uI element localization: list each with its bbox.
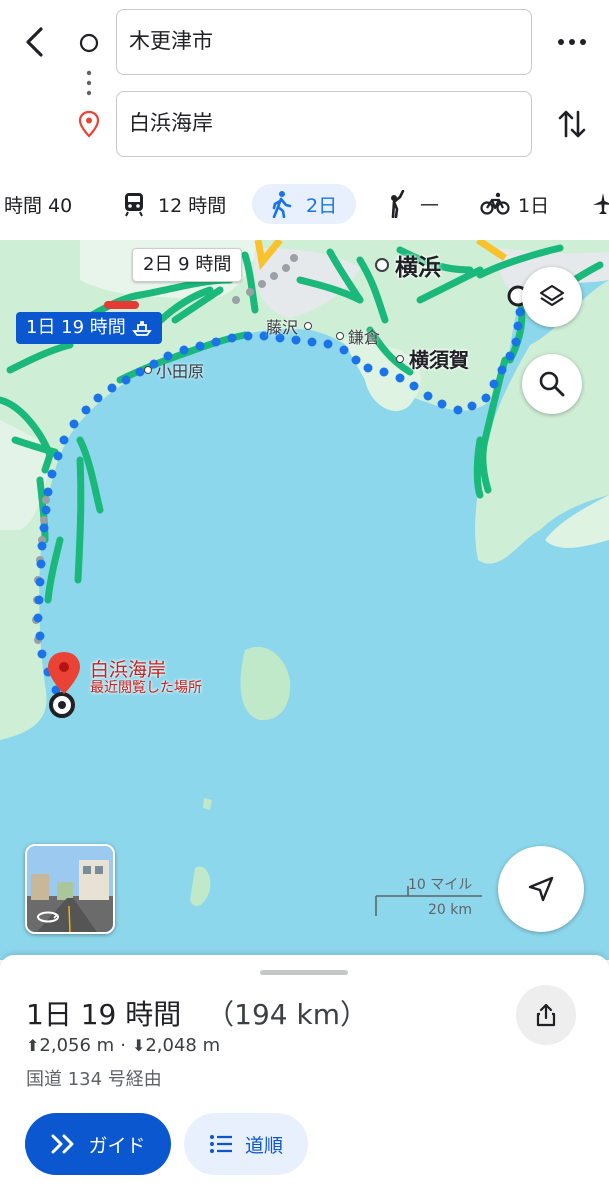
share-icon [536,1003,556,1027]
destination-pin-icon [78,110,100,138]
route-via: 国道 134 号経由 [26,1069,162,1090]
route-label-selected-text: 1日 19 時間 [26,317,126,338]
scale-bar: 10 マイル 20 km [374,874,484,924]
place-yokosuka-label: 横須賀 [409,348,469,372]
ascent-value: 2,056 m [39,1035,115,1056]
list-icon [209,1135,232,1153]
town-dot-icon [144,366,152,374]
flight-icon [593,193,609,214]
back-arrow-icon [26,27,43,57]
place-fujisawa-label: 藤沢 [266,318,299,337]
ascent-arrow-icon: ⬆ [26,1036,40,1055]
place-odawara-label: 小田原 [156,362,205,381]
guide-button-label: ガイド [88,1134,146,1157]
tab-walk-label: 2日 [306,194,338,217]
my-location-button[interactable] [498,846,584,932]
elevation-separator: · [120,1035,126,1056]
guide-button[interactable]: ガイド [25,1113,171,1175]
descent-value: 2,048 m [145,1035,221,1056]
place-fujisawa[interactable]: 藤沢 [266,314,313,338]
place-yokohama[interactable]: 横浜 [375,248,441,282]
walk-icon [272,191,292,218]
place-yokohama-label: 横浜 [395,255,441,281]
swap-button[interactable] [552,104,592,144]
town-dot-icon [336,332,344,340]
destination-marker-icon[interactable] [44,650,84,720]
search-icon [539,371,565,397]
map-view[interactable]: 2日 9 時間 1日 19 時間 横浜 藤沢 鎌倉 横須賀 小田原 白浜海岸 最… [0,240,609,960]
steps-button[interactable]: 道順 [184,1113,308,1175]
rotate-360-icon [37,911,59,923]
route-dots-icon [86,70,92,96]
steps-button-label: 道順 [244,1134,283,1157]
elevation-row: ⬆ 2,056 m · ⬇ 2,048 m [26,1035,220,1056]
ferry-icon [132,321,152,336]
layers-icon [539,284,565,307]
tab-transit-label: 12 時間 [158,194,227,217]
directions-header: 木更津市 白浜海岸 [0,0,609,170]
place-kamakura[interactable]: 鎌倉 [336,324,380,348]
tab-transit[interactable]: 12 時間 [122,184,226,224]
layers-button[interactable] [522,267,582,327]
route-duration-text: 1日 19 時間 [26,998,182,1031]
route-summary-sheet[interactable]: 1日 19 時間 （194 km） ⬆ 2,056 m · ⬇ 2,048 m … [0,955,609,1200]
share-button[interactable] [516,985,576,1045]
tab-flight[interactable] [592,184,609,224]
tab-bicycle-label: 1日 [518,194,550,217]
tab-drive[interactable]: 時間 40 [4,184,72,224]
destination-label-name: 白浜海岸 [90,659,167,681]
route-duration: 1日 19 時間 （194 km） [26,993,368,1033]
descent-arrow-icon: ⬇ [131,1036,146,1055]
origin-input[interactable]: 木更津市 [116,9,532,75]
tab-drive-label: 時間 40 [4,194,73,217]
route-label-alternate[interactable]: 2日 9 時間 [132,248,243,282]
more-dots-icon [558,39,586,45]
search-along-route-button[interactable] [522,354,582,414]
route-distance-text: （194 km） [206,998,368,1031]
scale-bar-km: 20 km [428,902,473,918]
destination-label-note: 最近閲覧した場所 [90,679,202,696]
tab-ride-hailing-label: — [420,193,439,215]
swap-icon [558,110,586,138]
tab-walk[interactable]: 2日 [252,184,356,224]
town-dot-icon [396,354,404,363]
hail-icon [391,190,405,218]
place-kamakura-label: 鎌倉 [348,328,381,347]
town-dot-icon [304,322,313,330]
tab-bicycle[interactable]: 1日 [480,184,549,224]
train-icon [125,193,143,217]
scale-bar-miles: 10 マイル [408,877,473,893]
route-label-selected[interactable]: 1日 19 時間 [16,312,162,344]
destination-label[interactable]: 白浜海岸 最近閲覧した場所 [90,660,202,696]
origin-circle-icon [79,33,99,53]
more-options-button[interactable] [552,22,592,62]
tab-ride-hailing[interactable]: — [384,184,439,224]
bicycle-icon [480,192,510,215]
double-chevron-icon [51,1134,74,1154]
destination-input[interactable]: 白浜海岸 [116,91,532,157]
city-dot-icon [375,258,389,272]
sheet-drag-handle[interactable] [260,970,348,975]
route-label-alternate-text: 2日 9 時間 [143,254,232,275]
travel-mode-tabs: 時間 40 12 時間 2日 — 1日 [0,170,609,240]
back-button[interactable] [14,20,58,64]
navigation-arrow-icon [528,876,554,902]
place-odawara[interactable]: 小田原 [144,358,204,382]
place-yokosuka[interactable]: 横須賀 [396,344,469,373]
street-view-thumbnail[interactable] [25,844,115,934]
